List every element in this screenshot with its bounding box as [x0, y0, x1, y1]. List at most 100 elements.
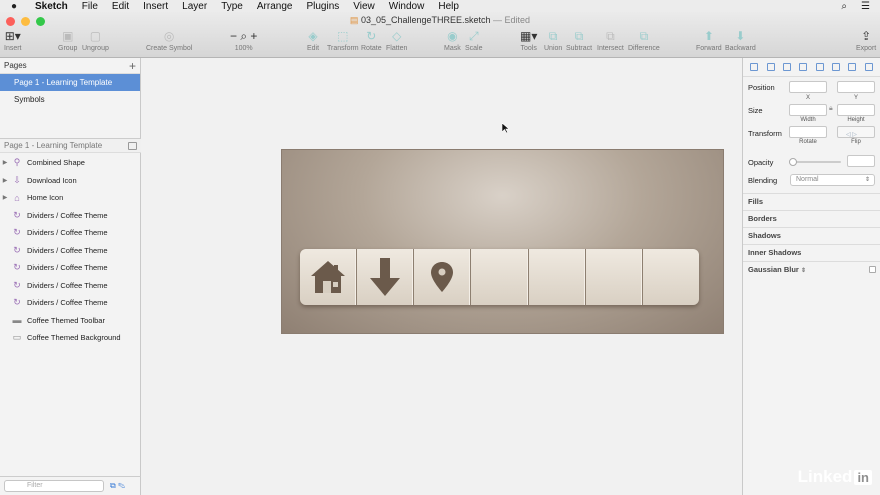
- insert-button[interactable]: ⊞▾ Insert: [4, 29, 22, 52]
- layer-row[interactable]: ▶ ⚲ Combined Shape: [0, 154, 141, 172]
- menu-layer[interactable]: Layer: [175, 1, 214, 12]
- union-button[interactable]: ⧉ Union: [544, 29, 562, 52]
- align-bottom-icon[interactable]: [864, 63, 873, 71]
- backward-icon: ⬇: [735, 29, 746, 43]
- mask-button[interactable]: ◉ Mask: [444, 29, 461, 52]
- blending-select[interactable]: Normal ⇕: [790, 174, 875, 186]
- tools-button[interactable]: ▦▾ Tools: [520, 29, 537, 52]
- align-middle-icon[interactable]: [848, 63, 857, 71]
- flip-buttons[interactable]: ◁ ▷: [837, 126, 875, 138]
- layer-row[interactable]: ▶ ⌂ Home Icon: [0, 189, 141, 207]
- toolbar-cell-empty[interactable]: [471, 249, 529, 305]
- flip-horizontal-icon[interactable]: ◁ ▷: [838, 132, 857, 138]
- layer-row[interactable]: ↻ Dividers / Coffee Theme: [0, 207, 141, 225]
- toolbar-cell-empty[interactable]: [643, 249, 699, 305]
- menu-type[interactable]: Type: [214, 1, 250, 12]
- layer-row[interactable]: ▬ Coffee Themed Toolbar: [0, 312, 141, 330]
- transform-button[interactable]: ⬚ Transform: [327, 29, 359, 52]
- gaussian-blur-section[interactable]: Gaussian Blur ⇕: [743, 261, 880, 278]
- export-icon: ⇪: [861, 29, 872, 43]
- layer-label: Dividers / Coffee Theme: [27, 210, 108, 220]
- distribute-vertical-icon[interactable]: [766, 63, 775, 71]
- ungroup-button[interactable]: ▢ Ungroup: [82, 29, 109, 52]
- zoom-control[interactable]: − ⌕ +100%: [230, 29, 257, 52]
- layer-row[interactable]: ↻ Dividers / Coffee Theme: [0, 224, 141, 242]
- add-page-icon[interactable]: +: [129, 59, 136, 73]
- layer-row[interactable]: ▶ ⇩ Download Icon: [0, 172, 141, 190]
- toolbar-cell-empty[interactable]: [529, 249, 586, 305]
- menu-edit[interactable]: Edit: [105, 1, 136, 12]
- disclosure-triangle-icon[interactable]: ▶: [0, 159, 10, 166]
- page-item-1[interactable]: Page 1 - Learning Template: [0, 74, 140, 91]
- export-button[interactable]: ⇪ Export: [856, 29, 876, 52]
- align-center-icon[interactable]: [799, 63, 808, 71]
- create-symbol-button[interactable]: ◎ Create Symbol: [146, 29, 192, 52]
- layer-row[interactable]: ▭ Coffee Themed Background: [0, 329, 141, 347]
- opacity-field[interactable]: [847, 155, 875, 167]
- notification-list-icon[interactable]: ☰: [861, 1, 870, 12]
- borders-section[interactable]: Borders: [743, 210, 880, 227]
- page-item-symbols[interactable]: Symbols: [0, 91, 140, 108]
- menu-plugins[interactable]: Plugins: [299, 1, 346, 12]
- difference-button[interactable]: ⧉ Difference: [628, 29, 660, 52]
- menu-window[interactable]: Window: [382, 1, 432, 12]
- flatten-button[interactable]: ◇ Flatten: [386, 29, 407, 52]
- rotate-field[interactable]: [789, 126, 827, 138]
- menu-arrange[interactable]: Arrange: [250, 1, 300, 12]
- canvas[interactable]: [141, 58, 742, 495]
- chevron-updown-icon[interactable]: ⇕: [801, 268, 806, 274]
- opacity-slider[interactable]: [789, 158, 841, 166]
- scale-button[interactable]: ⤢ Scale: [465, 29, 483, 52]
- group-button[interactable]: ▣ Group: [58, 29, 77, 52]
- layer-row[interactable]: ↻ Dividers / Coffee Theme: [0, 294, 141, 312]
- height-field[interactable]: [837, 104, 875, 116]
- edit-button[interactable]: ◈ Edit: [307, 29, 319, 52]
- blending-label: Blending: [748, 176, 778, 185]
- menu-view[interactable]: View: [346, 1, 382, 12]
- menu-help[interactable]: Help: [431, 1, 466, 12]
- layer-row[interactable]: ↻ Dividers / Coffee Theme: [0, 259, 141, 277]
- toolbar-cell-empty[interactable]: [586, 249, 643, 305]
- align-top-icon[interactable]: [832, 63, 841, 71]
- toolbar-cell-home[interactable]: [300, 249, 358, 305]
- forward-button[interactable]: ⬆ Forward: [696, 29, 722, 52]
- layer-row[interactable]: ↻ Dividers / Coffee Theme: [0, 242, 141, 260]
- layer-row[interactable]: ↻ Dividers / Coffee Theme: [0, 277, 141, 295]
- toolbar-cell-location[interactable]: [414, 249, 472, 305]
- intersect-button[interactable]: ⧉ Intersect: [597, 29, 624, 52]
- width-field[interactable]: [789, 104, 827, 116]
- opacity-slider-knob[interactable]: [789, 158, 797, 166]
- align-left-icon[interactable]: [782, 63, 791, 71]
- gaussian-blur-checkbox[interactable]: [869, 266, 876, 273]
- disclosure-triangle-icon[interactable]: ▶: [0, 194, 10, 201]
- apple-menu-icon[interactable]: ●: [0, 1, 28, 12]
- coffee-themed-toolbar[interactable]: [300, 249, 699, 305]
- lock-ratio-icon[interactable]: 🔒︎: [829, 105, 833, 113]
- spotlight-search-icon[interactable]: ⌕: [841, 1, 847, 12]
- filter-options-icon[interactable]: ⧉ ✎: [110, 481, 125, 491]
- collapse-layers-icon[interactable]: [128, 141, 137, 150]
- align-right-icon[interactable]: [815, 63, 824, 71]
- layer-label: Coffee Themed Toolbar: [27, 315, 105, 325]
- menu-file[interactable]: File: [75, 1, 105, 12]
- toolbar-cell-download[interactable]: [357, 249, 415, 305]
- position-x-field[interactable]: [789, 81, 827, 93]
- group-icon: ▣: [62, 29, 74, 43]
- rotate-button[interactable]: ↻ Rotate: [361, 29, 382, 52]
- backward-button[interactable]: ⬇ Backward: [725, 29, 756, 52]
- layer-list: ▶ ⚲ Combined Shape ▶ ⇩ Download Icon ▶ ⌂…: [0, 154, 141, 347]
- filter-input[interactable]: Filter: [4, 480, 104, 492]
- inner-shadows-section[interactable]: Inner Shadows: [743, 244, 880, 261]
- disclosure-triangle-icon[interactable]: ▶: [0, 177, 10, 184]
- subtract-button[interactable]: ⧉ Subtract: [566, 29, 592, 52]
- position-y-field[interactable]: [837, 81, 875, 93]
- size-label: Size: [748, 106, 763, 115]
- menu-app[interactable]: Sketch: [28, 1, 75, 12]
- coffee-artboard[interactable]: [281, 149, 724, 334]
- layer-label: Dividers / Coffee Theme: [27, 263, 108, 273]
- fills-section[interactable]: Fills: [743, 193, 880, 210]
- shadows-section[interactable]: Shadows: [743, 227, 880, 244]
- flatten-icon: ◇: [392, 29, 402, 43]
- menu-insert[interactable]: Insert: [136, 1, 175, 12]
- distribute-horizontal-icon[interactable]: [750, 63, 759, 71]
